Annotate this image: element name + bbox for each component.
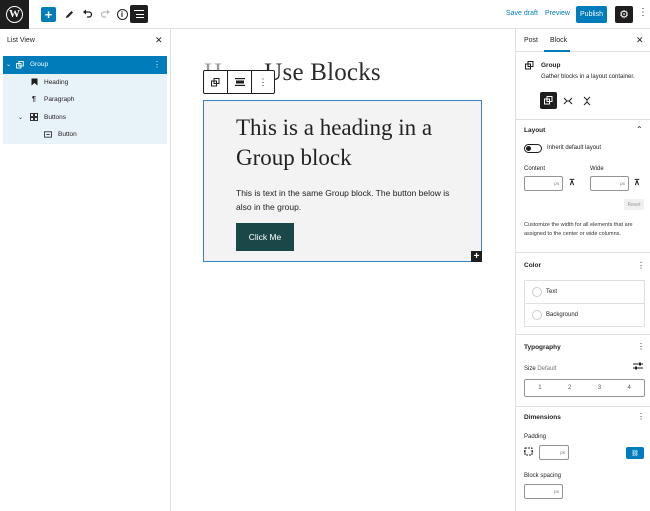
pilcrow-icon: ¶ bbox=[32, 96, 36, 104]
font-size-picker: 1 2 3 4 bbox=[524, 379, 645, 397]
pencil-icon[interactable] bbox=[61, 6, 77, 22]
wordpress-logo-icon[interactable]: W bbox=[0, 0, 29, 29]
preview-button[interactable]: Preview bbox=[545, 10, 570, 17]
block-spacing-label: Block spacing bbox=[524, 473, 562, 479]
justify-wide-icon[interactable]: ⊼ bbox=[634, 178, 640, 187]
group-icon bbox=[16, 60, 24, 69]
sidebar-tabs: Post Block ✕ bbox=[516, 29, 650, 52]
group-icon bbox=[525, 61, 534, 72]
typography-panel-title[interactable]: Typography bbox=[524, 344, 561, 351]
layout-panel-title[interactable]: Layout bbox=[524, 127, 545, 134]
more-options-icon[interactable]: ⋮ bbox=[638, 8, 648, 18]
chevron-down-icon[interactable]: ⌄ bbox=[6, 61, 11, 68]
more-options-icon[interactable]: ⋮ bbox=[252, 71, 274, 93]
list-item-paragraph[interactable]: ¶ Paragraph bbox=[3, 91, 167, 109]
list-view-title: List View bbox=[7, 37, 35, 44]
tab-block[interactable]: Block bbox=[550, 37, 567, 44]
padding-label: Padding bbox=[524, 434, 547, 440]
list-view-tree: ⌄ Group ⋮ Heading ¶ Paragraph ⌄ Buttons bbox=[3, 56, 167, 144]
divider bbox=[516, 252, 650, 253]
active-tab-indicator bbox=[544, 50, 570, 52]
button-block[interactable]: Click Me bbox=[236, 223, 294, 251]
close-icon[interactable]: ✕ bbox=[636, 35, 644, 46]
list-view-icon[interactable] bbox=[130, 5, 148, 23]
bookmark-icon bbox=[30, 78, 38, 86]
divider bbox=[516, 334, 650, 335]
group-block[interactable]: This is a heading in a Group block This … bbox=[203, 100, 482, 262]
stack-variation-icon[interactable] bbox=[578, 92, 595, 109]
block-card-title: Group bbox=[541, 62, 561, 69]
text-color-option[interactable]: Text bbox=[525, 281, 644, 304]
list-view-panel: List View ✕ ⌄ Group ⋮ Heading ¶ Paragrap… bbox=[0, 29, 171, 511]
publish-button[interactable]: Publish bbox=[576, 6, 607, 23]
color-panel-title[interactable]: Color bbox=[524, 262, 541, 269]
wide-label: Wide bbox=[590, 166, 604, 172]
inherit-layout-toggle[interactable] bbox=[524, 144, 542, 153]
list-item-label: Heading bbox=[44, 78, 69, 86]
list-item-group[interactable]: ⌄ Group ⋮ bbox=[3, 56, 167, 74]
button-icon bbox=[44, 131, 52, 139]
color-swatch-icon bbox=[532, 287, 542, 297]
more-options-icon[interactable]: ⋮ bbox=[637, 343, 645, 351]
post-title-text: Use Blocks bbox=[264, 59, 381, 86]
add-block-button[interactable]: + bbox=[41, 7, 56, 22]
info-icon[interactable]: i bbox=[114, 6, 130, 22]
settings-sliders-icon[interactable] bbox=[633, 362, 643, 372]
block-inserter-plus-icon[interactable]: + bbox=[471, 251, 482, 262]
close-icon[interactable]: ✕ bbox=[155, 35, 163, 46]
tab-post[interactable]: Post bbox=[524, 37, 538, 44]
more-options-icon[interactable]: ⋮ bbox=[153, 60, 161, 69]
font-size-option[interactable]: 2 bbox=[555, 380, 585, 396]
list-item-label: Button bbox=[58, 131, 77, 139]
padding-sides-icon[interactable] bbox=[524, 447, 533, 458]
color-swatch-icon bbox=[532, 310, 542, 320]
font-size-option[interactable]: 4 bbox=[614, 380, 644, 396]
block-toolbar: ⋮ bbox=[203, 70, 275, 94]
justify-center-icon[interactable]: ⊼ bbox=[569, 178, 575, 187]
heading-block[interactable]: This is a heading in a Group block bbox=[236, 113, 476, 173]
editor-canvas[interactable]: HUse Blocks ⋮ This is a heading in a Gro… bbox=[171, 29, 515, 511]
background-color-option[interactable]: Background bbox=[525, 304, 644, 327]
wide-width-input[interactable]: px bbox=[590, 176, 629, 191]
font-size-option[interactable]: 3 bbox=[585, 380, 615, 396]
row-variation-icon[interactable] bbox=[559, 92, 576, 109]
block-variations bbox=[540, 92, 595, 109]
group-variation-icon[interactable] bbox=[540, 92, 557, 109]
more-options-icon[interactable]: ⋮ bbox=[637, 262, 645, 270]
block-type-group-icon[interactable] bbox=[204, 71, 228, 93]
content-label: Content bbox=[524, 166, 546, 172]
list-item-label: Buttons bbox=[44, 113, 67, 121]
block-spacing-input[interactable]: px bbox=[524, 484, 563, 499]
list-item-button[interactable]: Button bbox=[3, 126, 167, 144]
list-item-buttons[interactable]: ⌄ Buttons bbox=[3, 108, 167, 126]
settings-gear-icon[interactable]: ⚙ bbox=[615, 6, 633, 23]
block-card-description: Gather blocks in a layout container. bbox=[541, 74, 635, 80]
divider bbox=[516, 119, 650, 120]
content-width-input[interactable]: px bbox=[524, 176, 563, 191]
chevron-down-icon[interactable]: ⌄ bbox=[18, 114, 23, 121]
top-toolbar: W + i Save draft Preview Publish ⚙ ⋮ bbox=[0, 0, 650, 29]
redo-icon[interactable] bbox=[97, 6, 113, 22]
link-sides-icon[interactable]: ⛓ bbox=[626, 447, 644, 459]
font-size-label: Size Default bbox=[524, 366, 557, 372]
settings-sidebar: Post Block ✕ Group Gather blocks in a la… bbox=[515, 29, 650, 511]
padding-input[interactable]: px bbox=[539, 445, 569, 460]
list-item-label: Group bbox=[30, 61, 49, 69]
chevron-up-icon[interactable]: ⌃ bbox=[636, 125, 643, 134]
layout-help-text: Customize the width for all elements tha… bbox=[524, 222, 633, 237]
toggle-label: Inherit default layout bbox=[547, 145, 602, 151]
color-options: Text Background bbox=[524, 280, 645, 327]
reset-button[interactable]: Reset bbox=[624, 199, 644, 210]
list-item-label: Paragraph bbox=[44, 96, 75, 104]
save-draft-button[interactable]: Save draft bbox=[506, 10, 538, 17]
divider bbox=[516, 406, 650, 407]
list-item-heading[interactable]: Heading bbox=[3, 73, 167, 91]
buttons-icon bbox=[30, 113, 38, 122]
align-icon[interactable] bbox=[228, 71, 252, 93]
more-options-icon[interactable]: ⋮ bbox=[637, 413, 645, 421]
font-size-option[interactable]: 1 bbox=[525, 380, 555, 396]
paragraph-block[interactable]: This is text in the same Group block. Th… bbox=[236, 186, 461, 214]
undo-icon[interactable] bbox=[79, 6, 95, 22]
dimensions-panel-title[interactable]: Dimensions bbox=[524, 414, 561, 421]
